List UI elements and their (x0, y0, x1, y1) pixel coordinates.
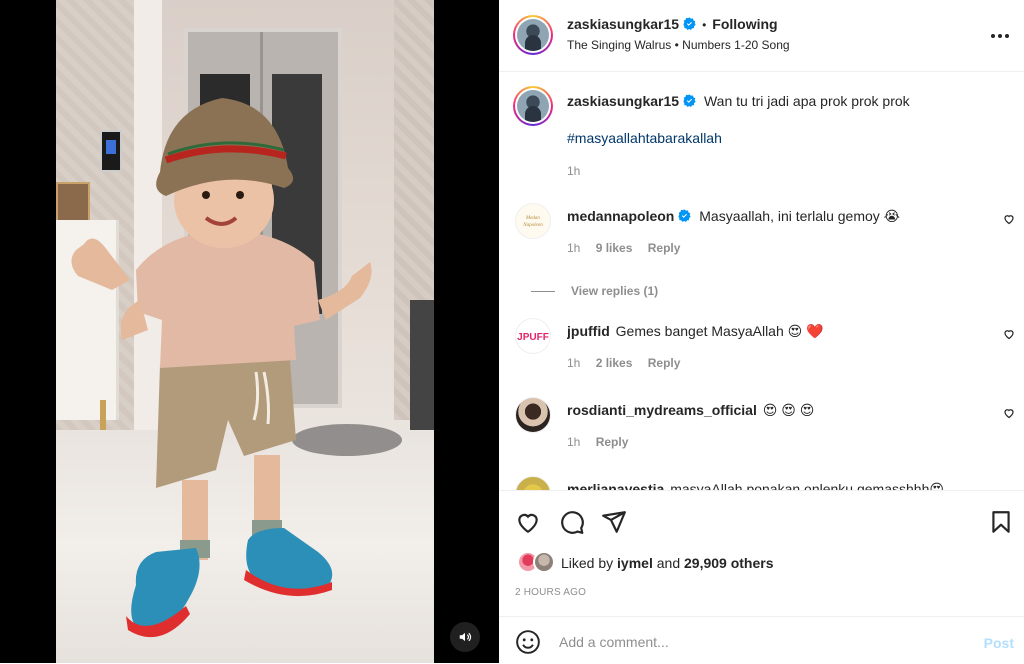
comment-avatar[interactable]: Medan Napoleon (515, 203, 551, 239)
comment-text: Masyaallah, ini terlalu gemoy 😭 (699, 208, 901, 224)
share-send-icon[interactable] (601, 509, 627, 535)
comment-time[interactable]: 1h (567, 356, 580, 370)
comments-list[interactable]: zaskiasungkar15 Wan tu tri jadi apa prok… (499, 72, 1024, 490)
comment-username[interactable]: rosdianti_mydreams_official (567, 402, 757, 418)
caption-hashtag[interactable]: #masyaallahtabarakallah (567, 130, 722, 146)
svg-text:Napoleon: Napoleon (522, 223, 543, 228)
comment-avatar[interactable]: JPUFF (515, 318, 551, 354)
more-options-icon[interactable] (988, 24, 1012, 48)
save-bookmark-icon[interactable] (988, 509, 1014, 535)
photo-child (71, 98, 372, 638)
comment-like-heart-icon[interactable] (1003, 407, 1015, 419)
post-sidebar: zaskiasungkar15 • Following The Singing Wa… (499, 0, 1024, 663)
post-header: zaskiasungkar15 • Following The Singing Wa… (499, 0, 1024, 72)
comment-like-heart-icon[interactable] (1003, 328, 1015, 340)
comment-text: Gemes banget MasyaAllah 😍 ❤️ (615, 323, 824, 339)
svg-text:Medan: Medan (525, 216, 540, 221)
add-comment-bar: Post (499, 616, 1024, 664)
audio-separator: • (674, 38, 679, 52)
speaker-icon (459, 632, 472, 642)
caption-avatar[interactable] (513, 86, 553, 126)
likes-others-link[interactable]: 29,909 others (684, 555, 774, 571)
audio-title[interactable]: Numbers 1-20 Song (682, 38, 789, 52)
comment-reply-button[interactable]: Reply (648, 241, 681, 255)
comment-reply-button[interactable]: Reply (648, 356, 681, 370)
verified-badge-icon (678, 209, 692, 222)
post-timestamp[interactable]: 2 HOURS AGO (515, 587, 586, 598)
comment-reply-button[interactable]: Reply (596, 435, 629, 449)
caption-time[interactable]: 1h (567, 164, 580, 178)
post-photo[interactable] (56, 0, 434, 663)
view-replies-button[interactable]: View replies (1) (571, 284, 658, 298)
audio-artist[interactable]: The Singing Walrus (567, 38, 671, 52)
likes-and: and (656, 555, 681, 571)
comment-username[interactable]: medannapoleon (567, 208, 674, 224)
comment-bubble-icon[interactable] (559, 509, 585, 535)
comment-input[interactable] (557, 629, 941, 655)
post-media[interactable] (0, 0, 499, 663)
comment-avatar[interactable] (515, 476, 551, 490)
caption-text: Wan tu tri jadi apa prok prok prok (703, 93, 910, 109)
comment-like-heart-icon[interactable] (1003, 213, 1015, 225)
likes-prefix: Liked by (561, 555, 614, 571)
post-actions: Liked by iymel and 29,909 others 2 HOURS… (499, 490, 1024, 616)
comment-username[interactable]: jpuffid (567, 323, 610, 339)
emoji-smile-icon[interactable] (515, 629, 541, 655)
following-button[interactable]: Following (712, 16, 777, 32)
volume-button[interactable] (450, 622, 480, 652)
audio-info[interactable]: The Singing Walrus • Numbers 1-20 Song (567, 38, 790, 52)
svg-text:JPUFF: JPUFF (517, 332, 549, 343)
verified-badge-icon (683, 94, 696, 107)
comment-time[interactable]: 1h (567, 435, 580, 449)
medannapoleon-logo: Medan Napoleon (522, 216, 543, 228)
header-separator: • (702, 18, 707, 32)
liker-username[interactable]: iymel (617, 555, 653, 571)
comment-username[interactable]: merlianayestia (567, 481, 664, 490)
comment-likes[interactable]: 9 likes (596, 241, 633, 255)
liker-avatar[interactable] (533, 551, 555, 573)
comment-likes[interactable]: 2 likes (596, 356, 633, 370)
comment-text: 😍 😍 😍 (762, 402, 815, 418)
verified-badge-icon (683, 17, 696, 30)
comment-text: masyaAllah ponakan onlenku gemasshhh😍 (670, 481, 944, 490)
caption-username[interactable]: zaskiasungkar15 (567, 93, 679, 109)
comment-avatar[interactable] (515, 397, 551, 433)
author-avatar[interactable] (513, 15, 553, 55)
comment-time[interactable]: 1h (567, 241, 580, 255)
like-heart-icon[interactable] (515, 509, 541, 535)
author-username[interactable]: zaskiasungkar15 (567, 16, 679, 32)
post-comment-button[interactable]: Post (984, 635, 1014, 651)
jpuff-logo: JPUFF (517, 332, 549, 343)
